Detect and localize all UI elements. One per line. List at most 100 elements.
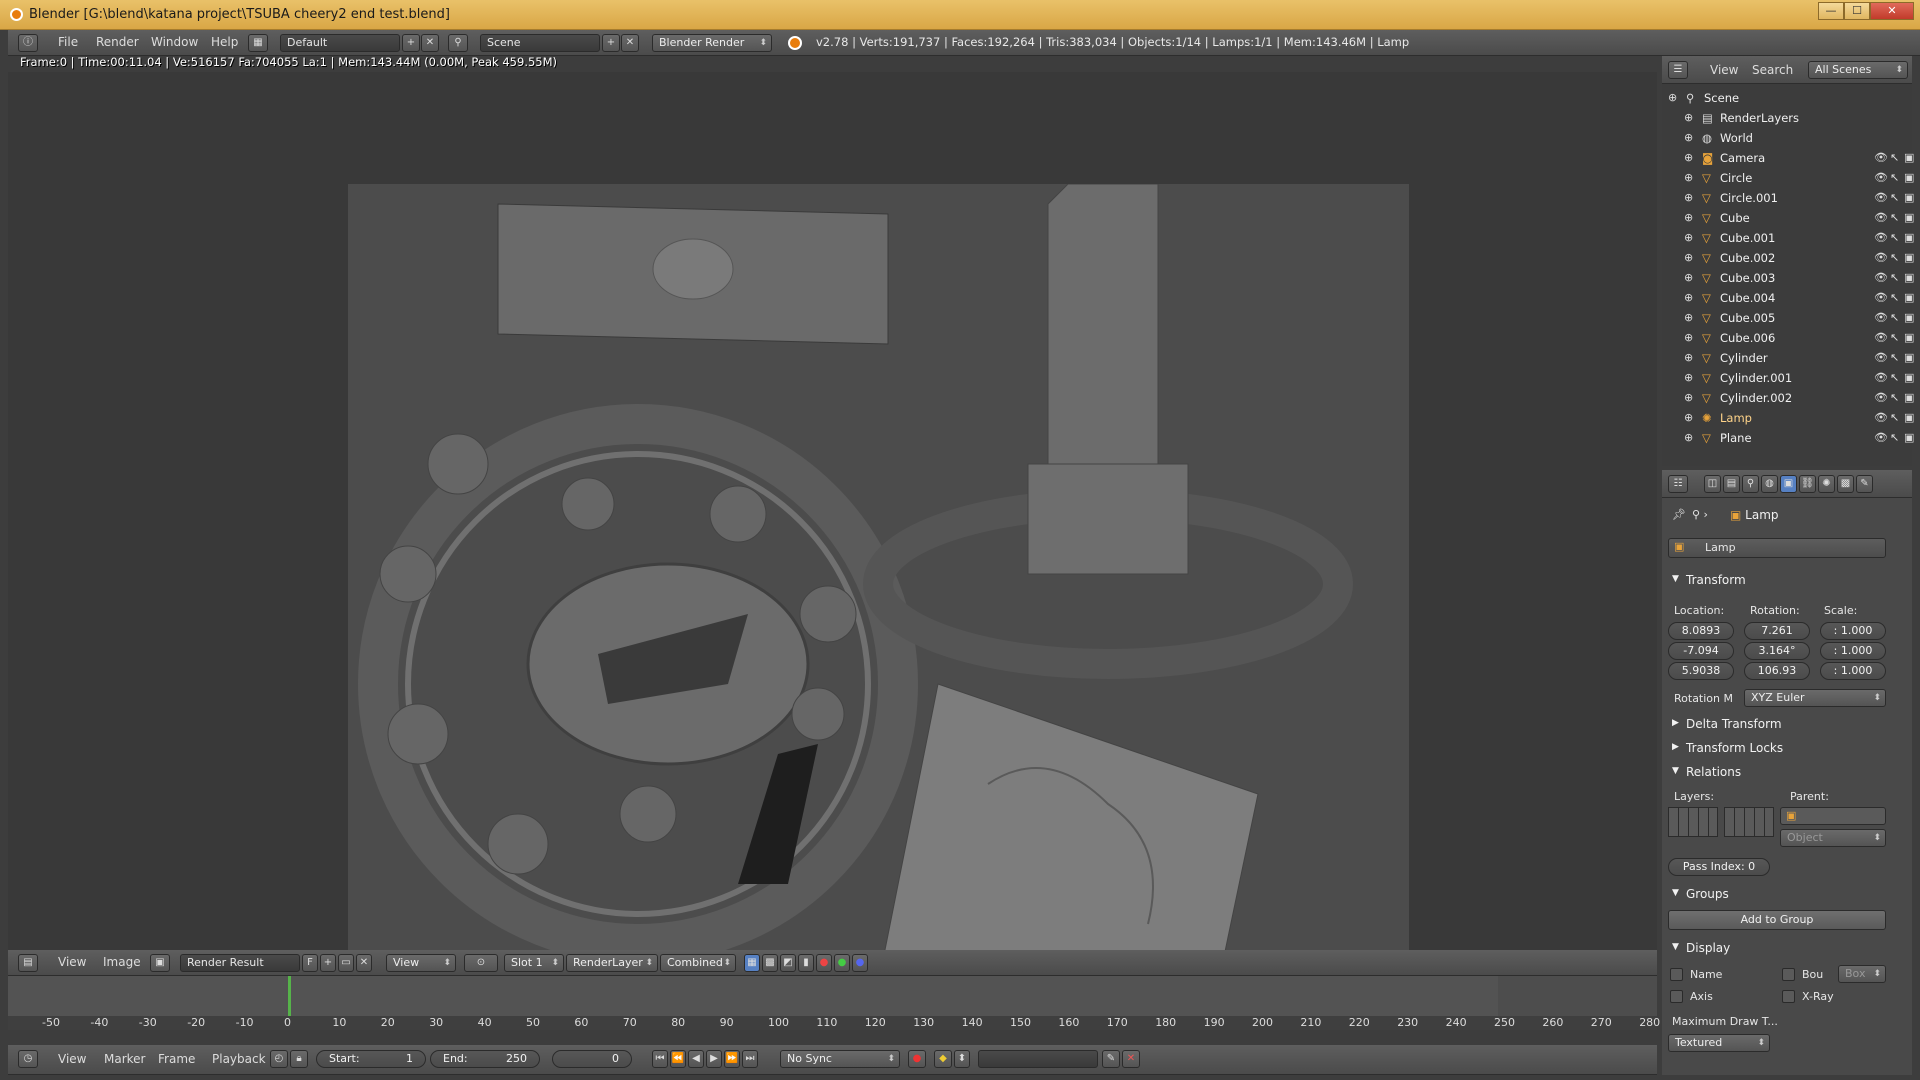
render-icon[interactable]: ▣	[1904, 351, 1914, 364]
cursor-icon[interactable]: ↖	[1890, 391, 1899, 404]
slot-dropdown[interactable]: Slot 1	[504, 954, 564, 972]
eye-icon[interactable]: 👁︎	[1874, 151, 1888, 164]
outliner-item-cube-004[interactable]: ⊕ ▽ Cube.004 👁︎ ↖ ▣	[1662, 288, 1914, 308]
expand-icon[interactable]: ⊕	[1684, 271, 1693, 284]
new-image-icon[interactable]: +	[320, 954, 336, 972]
menu-image[interactable]: Image	[103, 955, 141, 969]
menu-playback[interactable]: Playback	[212, 1052, 266, 1066]
texture-tab-icon[interactable]: ▩	[1837, 475, 1854, 493]
outliner-item-scene[interactable]: ⊕ ⚲ Scene	[1662, 88, 1912, 108]
jump-key-back-icon[interactable]: ⏪	[670, 1050, 686, 1068]
cursor-icon[interactable]: ↖	[1890, 371, 1899, 384]
delta-transform-panel-header[interactable]: ▶ Delta Transform	[1668, 714, 1898, 736]
location-x-field[interactable]: 8.0893	[1668, 622, 1734, 640]
expand-icon[interactable]: ⊕	[1684, 111, 1693, 124]
blue-channel-icon[interactable]: ●	[852, 954, 868, 972]
pivot-icon[interactable]: ⊙	[464, 954, 498, 972]
layer-grid-right[interactable]	[1724, 807, 1774, 837]
transform-locks-panel-header[interactable]: ▶ Transform Locks	[1668, 738, 1898, 760]
max-draw-type-dropdown[interactable]: Textured	[1668, 1034, 1770, 1052]
add-to-group-button[interactable]: Add to Group	[1668, 910, 1886, 930]
scene-icon[interactable]: ⚲	[448, 34, 468, 52]
open-image-icon[interactable]: ▭	[338, 954, 354, 972]
render-engine-dropdown[interactable]: Blender Render	[652, 34, 772, 52]
outliner-item-cube-006[interactable]: ⊕ ▽ Cube.006 👁︎ ↖ ▣	[1662, 328, 1914, 348]
render-icon[interactable]: ▣	[1904, 411, 1914, 424]
expand-icon[interactable]: ⊕	[1684, 211, 1693, 224]
menu-file[interactable]: File	[58, 35, 78, 49]
cursor-icon[interactable]: ↖	[1890, 311, 1899, 324]
red-channel-icon[interactable]: ●	[816, 954, 832, 972]
object-tab-icon[interactable]: ▣	[1780, 475, 1797, 493]
rotation-mode-dropdown[interactable]: XYZ Euler	[1744, 689, 1886, 707]
outliner-item-lamp[interactable]: ⊕ ✺ Lamp 👁︎ ↖ ▣	[1662, 408, 1914, 428]
editor-type-outliner-icon[interactable]: ☰	[1668, 61, 1688, 79]
jump-key-forward-icon[interactable]: ⏩	[724, 1050, 740, 1068]
expand-icon[interactable]: ⊕	[1684, 311, 1693, 324]
render-icon[interactable]: ▣	[1904, 231, 1914, 244]
expand-icon[interactable]: ⊕	[1684, 371, 1693, 384]
physics-tab-icon[interactable]: ✎	[1856, 475, 1873, 493]
rotation-x-field[interactable]: 7.261	[1744, 622, 1810, 640]
world-tab-icon[interactable]: ◍	[1761, 475, 1778, 493]
expand-icon[interactable]: ⊕	[1684, 411, 1693, 424]
eye-icon[interactable]: 👁︎	[1874, 191, 1888, 204]
cursor-icon[interactable]: ↖	[1890, 431, 1899, 444]
groups-panel-header[interactable]: ▼ Groups	[1668, 884, 1898, 906]
cursor-icon[interactable]: ↖	[1890, 211, 1899, 224]
render-icon[interactable]: ▣	[1904, 311, 1914, 324]
transform-panel-header[interactable]: ▼ Transform	[1668, 570, 1898, 592]
render-icon[interactable]: ▣	[1904, 291, 1914, 304]
add-layout-icon[interactable]: +	[402, 34, 420, 52]
eye-icon[interactable]: 👁︎	[1874, 251, 1888, 264]
render-icon[interactable]: ▣	[1904, 431, 1914, 444]
eye-icon[interactable]: 👁︎	[1874, 311, 1888, 324]
outliner-menu-view[interactable]: View	[1710, 63, 1738, 77]
outliner-item-cylinder[interactable]: ⊕ ▽ Cylinder 👁︎ ↖ ▣	[1662, 348, 1914, 368]
outliner-item-cylinder-002[interactable]: ⊕ ▽ Cylinder.002 👁︎ ↖ ▣	[1662, 388, 1914, 408]
outliner-item-plane[interactable]: ⊕ ▽ Plane 👁︎ ↖ ▣	[1662, 428, 1914, 448]
render-icon[interactable]: ▣	[1904, 171, 1914, 184]
record-icon[interactable]: ●	[908, 1050, 926, 1068]
display-channels-icon[interactable]: ▦	[744, 954, 760, 972]
cursor-icon[interactable]: ↖	[1890, 411, 1899, 424]
play-reverse-icon[interactable]: ◀	[688, 1050, 704, 1068]
scale-z-field[interactable]: : 1.000	[1820, 662, 1886, 680]
outliner-item-cube-002[interactable]: ⊕ ▽ Cube.002 👁︎ ↖ ▣	[1662, 248, 1914, 268]
render-pass-dropdown[interactable]: Combined	[660, 954, 736, 972]
cursor-icon[interactable]: ↖	[1890, 151, 1899, 164]
eye-icon[interactable]: 👁︎	[1874, 211, 1888, 224]
cursor-icon[interactable]: ↖	[1890, 251, 1899, 264]
rotation-y-field[interactable]: 3.164°	[1744, 642, 1810, 660]
expand-icon[interactable]: ⊕	[1684, 351, 1693, 364]
expand-icon[interactable]: ⊕	[1684, 291, 1693, 304]
outliner-item-cube[interactable]: ⊕ ▽ Cube 👁︎ ↖ ▣	[1662, 208, 1914, 228]
add-scene-icon[interactable]: +	[602, 34, 620, 52]
eye-icon[interactable]: 👁︎	[1874, 411, 1888, 424]
object-name-field[interactable]: Lamp	[1668, 538, 1886, 558]
outliner-item-renderlayers[interactable]: ⊕ ▤ RenderLayers	[1662, 108, 1912, 128]
render-icon[interactable]: ▣	[1904, 331, 1914, 344]
bounds-type-dropdown[interactable]: Box	[1838, 965, 1886, 983]
expand-icon[interactable]: ⊕	[1684, 191, 1693, 204]
image-editor-area[interactable]	[8, 72, 1657, 985]
keying-set-field[interactable]	[978, 1050, 1098, 1068]
menu-render[interactable]: Render	[96, 35, 139, 49]
cursor-icon[interactable]: ↖	[1890, 231, 1899, 244]
scale-y-field[interactable]: : 1.000	[1820, 642, 1886, 660]
lock-icon[interactable]: 🔒︎	[290, 1050, 308, 1068]
menu-marker[interactable]: Marker	[104, 1052, 145, 1066]
render-icon[interactable]: ▣	[1904, 251, 1914, 264]
menu-frame[interactable]: Frame	[158, 1052, 195, 1066]
outliner-item-world[interactable]: ⊕ ◍ World	[1662, 128, 1912, 148]
eye-icon[interactable]: 👁︎	[1874, 171, 1888, 184]
render-layers-tab-icon[interactable]: ▤	[1723, 475, 1740, 493]
editor-type-properties-icon[interactable]: ☷	[1668, 475, 1688, 493]
timeline-area[interactable]: -50 -40 -30 -20 -10 0 10 20 30 40 50 60 70 80 90 100 110…	[8, 976, 1660, 1030]
close-button[interactable]: ✕	[1870, 2, 1914, 20]
expand-icon[interactable]: ⊕	[1684, 231, 1693, 244]
sequencer-icon[interactable]: ▮	[798, 954, 814, 972]
cursor-icon[interactable]: ↖	[1890, 331, 1899, 344]
eye-icon[interactable]: 👁︎	[1874, 391, 1888, 404]
play-icon[interactable]: ▶	[706, 1050, 722, 1068]
